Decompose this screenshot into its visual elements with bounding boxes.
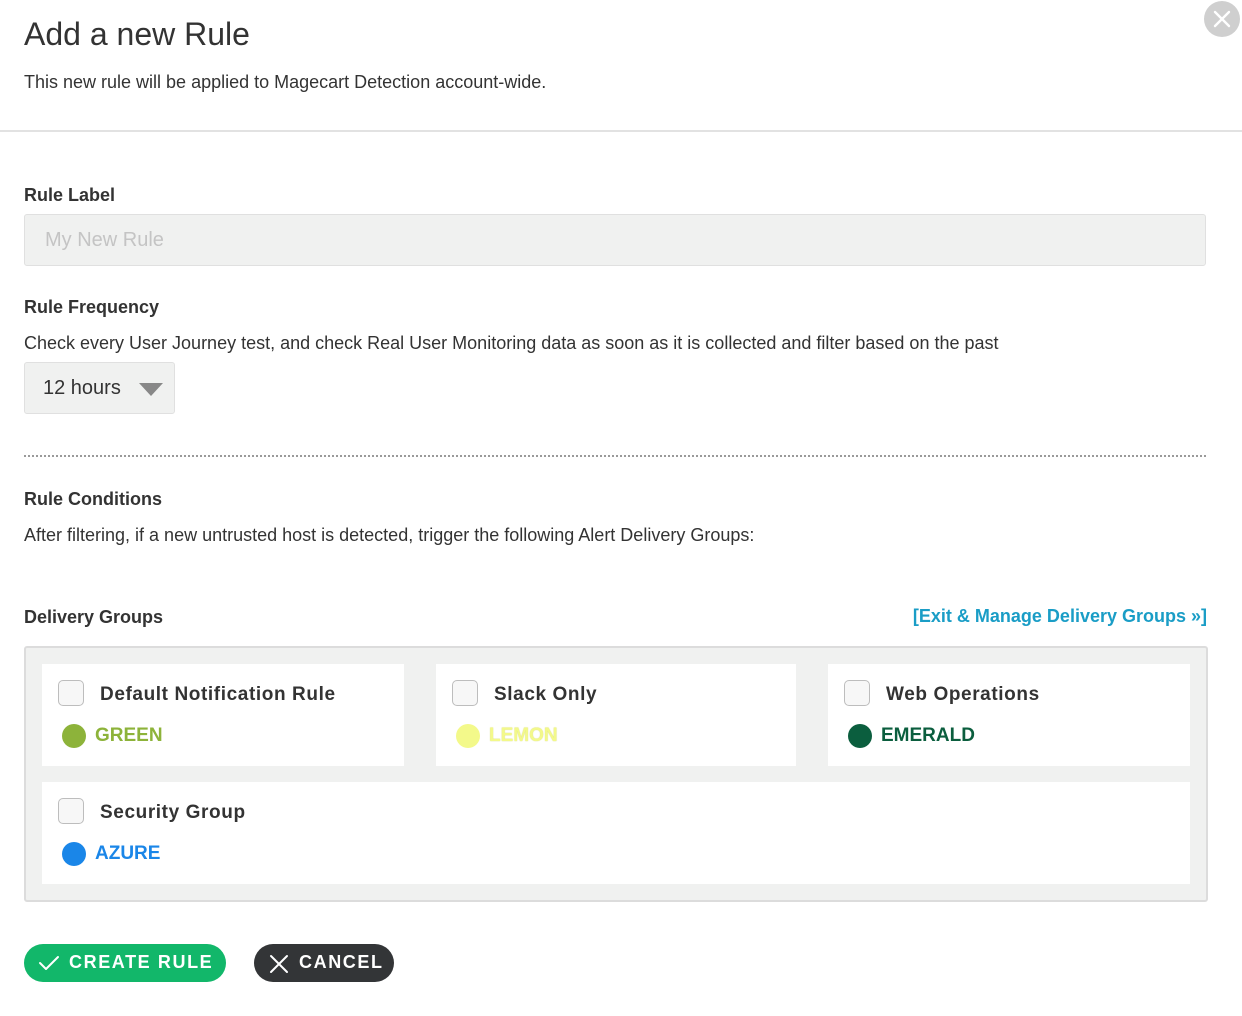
page-subtitle: This new rule will be applied to Magecar… (24, 72, 547, 92)
manage-delivery-groups-link[interactable]: [Exit & Manage Delivery Groups »] (913, 606, 1207, 627)
rule-frequency-heading: Rule Frequency (24, 297, 160, 317)
group-name: Slack Only (494, 684, 598, 705)
delivery-group-card[interactable]: Web Operations EMERALD (828, 664, 1190, 766)
checkmark-icon (39, 956, 59, 970)
frequency-select[interactable]: 12 hours (24, 362, 175, 414)
frequency-selected-value: 12 hours (43, 377, 121, 399)
group-name: Web Operations (886, 684, 1040, 705)
group-checkbox[interactable] (844, 680, 870, 706)
group-color-name: GREEN (95, 725, 163, 746)
delivery-group-card[interactable]: Default Notification Rule GREEN (42, 664, 404, 766)
group-checkbox[interactable] (452, 680, 478, 706)
x-icon (270, 955, 288, 973)
color-dot-icon (62, 842, 86, 866)
group-name: Default Notification Rule (100, 684, 336, 705)
create-rule-label: CREATE RULE (69, 952, 214, 972)
rule-frequency-description: Check every User Journey test, and check… (24, 333, 999, 353)
close-button[interactable] (1204, 1, 1240, 37)
header-divider (0, 130, 1242, 132)
rule-label-heading: Rule Label (24, 185, 116, 205)
color-dot-icon (62, 724, 86, 748)
rule-conditions-heading: Rule Conditions (24, 489, 162, 509)
color-dot-icon (456, 724, 480, 748)
page-title: Add a new Rule (24, 16, 250, 52)
section-divider (24, 455, 1206, 457)
group-color-name: AZURE (95, 843, 161, 864)
cancel-label: CANCEL (299, 952, 384, 972)
group-color-name: EMERALD (881, 725, 975, 746)
color-dot-icon (848, 724, 872, 748)
delivery-groups-panel: Default Notification Rule GREEN Slack On… (24, 646, 1208, 902)
rule-label-input[interactable] (24, 214, 1206, 266)
group-name: Security Group (100, 802, 246, 823)
close-icon (1213, 10, 1231, 28)
create-rule-button[interactable]: CREATE RULE (24, 944, 226, 982)
delivery-groups-heading: Delivery Groups (24, 607, 164, 627)
delivery-group-card[interactable]: Security Group AZURE (42, 782, 1190, 884)
caret-down-icon (139, 383, 163, 396)
delivery-group-card[interactable]: Slack Only LEMON (436, 664, 796, 766)
rule-conditions-description: After filtering, if a new untrusted host… (24, 525, 755, 545)
cancel-button[interactable]: CANCEL (254, 944, 394, 982)
group-checkbox[interactable] (58, 798, 84, 824)
group-color-name: LEMON (489, 725, 558, 746)
group-checkbox[interactable] (58, 680, 84, 706)
